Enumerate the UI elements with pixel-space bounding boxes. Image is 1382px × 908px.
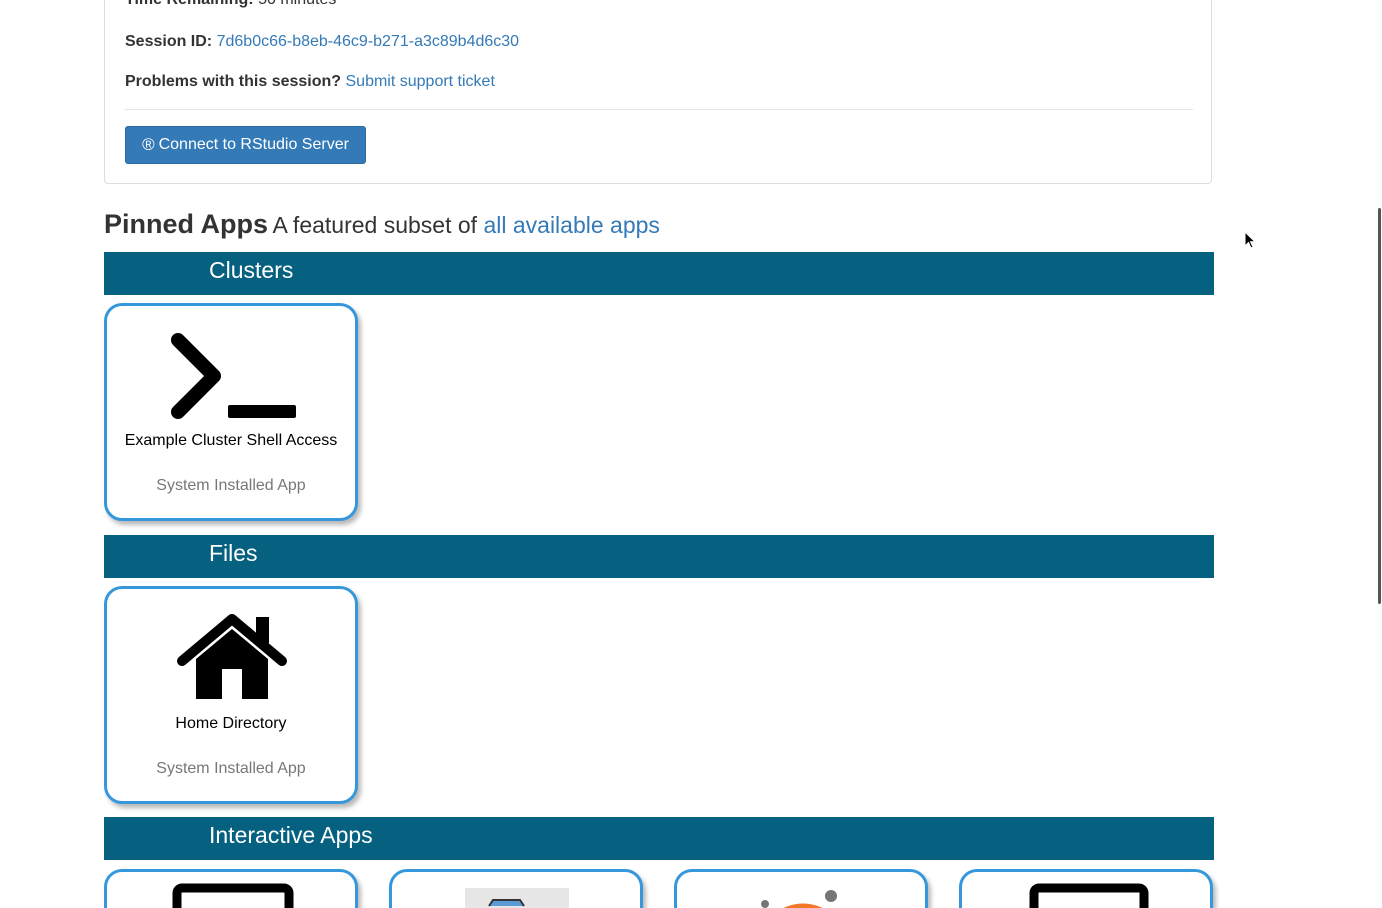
app-tile-desktop[interactable]: [104, 869, 358, 908]
app-tile-cluster-shell[interactable]: Example Cluster Shell Access System Inst…: [104, 303, 358, 521]
rstudio-icon: [465, 888, 569, 908]
desktop-icon: [172, 883, 294, 908]
category-title-clusters: Clusters: [209, 257, 294, 283]
app-title: Example Cluster Shell Access: [124, 432, 338, 449]
home-icon: [177, 614, 287, 699]
divider: [125, 109, 1193, 110]
pinned-apps-heading: Pinned Apps A featured subset of all ava…: [104, 209, 660, 240]
app-tile-home-directory[interactable]: Home Directory System Installed App: [104, 586, 358, 804]
all-available-apps-link[interactable]: all available apps: [483, 212, 659, 238]
problems-row: Problems with this session? Submit suppo…: [125, 73, 495, 91]
terminal-icon: [171, 333, 296, 419]
mouse-cursor-icon: [1244, 231, 1257, 249]
app-tile-jupyter[interactable]: [674, 869, 928, 908]
submit-support-ticket-link[interactable]: Submit support ticket: [346, 73, 495, 90]
time-remaining-row: Time Remaining: 50 minutes: [125, 0, 336, 9]
app-title: Home Directory: [175, 715, 287, 732]
problems-label: Problems with this session?: [125, 73, 342, 90]
registered-icon: ®: [142, 135, 155, 154]
time-remaining-value: 50 minutes: [258, 0, 336, 8]
app-tile-desktop-2[interactable]: [959, 869, 1213, 908]
app-subtitle: System Installed App: [156, 477, 306, 494]
category-title-files: Files: [209, 540, 258, 566]
jupyter-icon: [761, 890, 837, 908]
connect-rstudio-label: Connect to RStudio Server: [158, 136, 349, 153]
scrollbar[interactable]: [1378, 208, 1381, 604]
category-bar-clusters: Clusters: [104, 252, 1214, 295]
page: Time Remaining: 50 minutes Session ID: 7…: [0, 0, 1382, 908]
time-remaining-label: Time Remaining:: [125, 0, 254, 8]
pinned-apps-title: Pinned Apps: [104, 209, 269, 239]
category-title-interactive-apps: Interactive Apps: [209, 822, 373, 848]
pinned-apps-subtitle: A featured subset of: [272, 212, 478, 238]
session-id-row: Session ID: 7d6b0c66-b8eb-46c9-b271-a3c8…: [125, 33, 519, 51]
session-id-label: Session ID:: [125, 33, 213, 50]
category-bar-files: Files: [104, 535, 1214, 578]
category-bar-interactive-apps: Interactive Apps: [104, 817, 1214, 860]
desktop-icon: [1029, 883, 1149, 908]
session-id-link[interactable]: 7d6b0c66-b8eb-46c9-b271-a3c89b4d6c30: [217, 33, 519, 50]
app-subtitle: System Installed App: [156, 760, 306, 777]
connect-rstudio-button[interactable]: ® Connect to RStudio Server: [125, 126, 366, 164]
app-tile-rstudio[interactable]: [389, 869, 643, 908]
